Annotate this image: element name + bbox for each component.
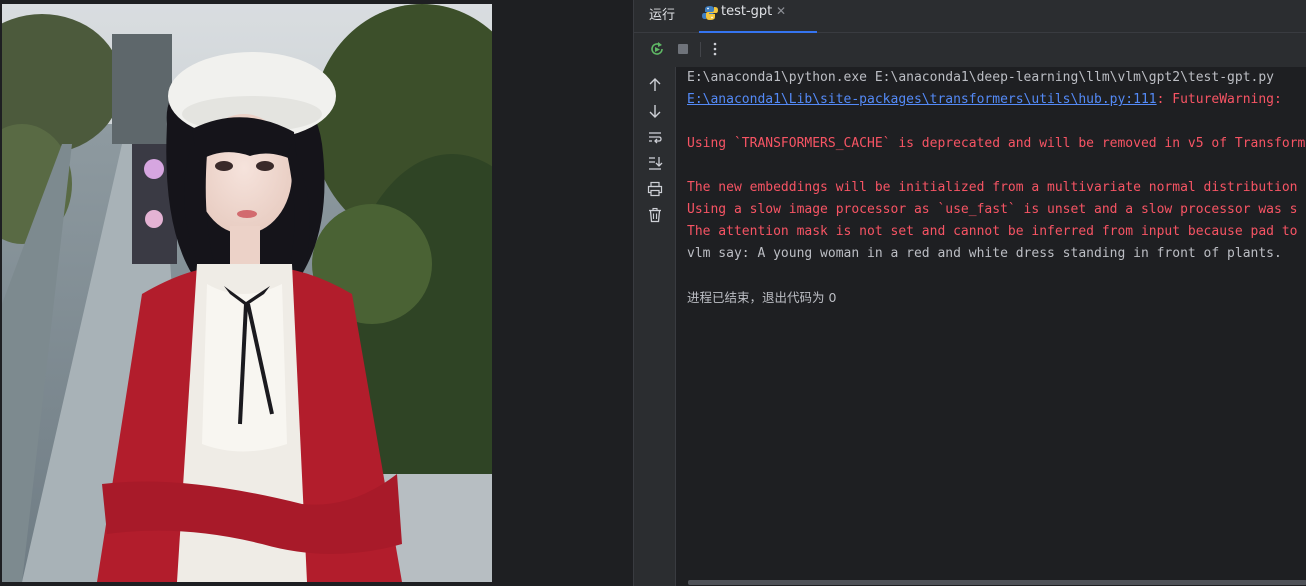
close-icon[interactable]: ✕	[776, 4, 786, 18]
soft-wrap-icon[interactable]	[647, 129, 663, 145]
more-options-icon[interactable]	[707, 41, 723, 57]
console-line: E:\anaconda1\Lib\site-packages\transform…	[687, 89, 1290, 111]
console-side-toolbar	[634, 67, 676, 586]
horizontal-scrollbar[interactable]	[688, 580, 1306, 585]
photo-image	[2, 4, 492, 582]
scroll-down-icon[interactable]	[647, 103, 663, 119]
console-line: Using `TRANSFORMERS_CACHE` is deprecated…	[687, 136, 1306, 151]
print-icon[interactable]	[647, 181, 663, 197]
run-panel-title: 运行	[649, 8, 676, 23]
rerun-icon[interactable]	[649, 41, 665, 57]
scroll-to-end-icon[interactable]	[647, 155, 663, 171]
scroll-up-icon[interactable]	[647, 77, 663, 93]
console-line: E:\anaconda1\python.exe E:\anaconda1\dee…	[687, 70, 1274, 85]
console-line: vlm say: A young woman in a red and whit…	[687, 246, 1282, 261]
console-line: Using a slow image processor as `use_fas…	[687, 202, 1298, 217]
file-link[interactable]: E:\anaconda1\Lib\site-packages\transform…	[687, 92, 1157, 107]
run-toolbar	[634, 33, 1306, 67]
python-icon	[702, 5, 718, 21]
tab-label: test-gpt	[721, 4, 773, 19]
stop-icon[interactable]	[675, 41, 691, 57]
trash-icon[interactable]	[647, 207, 663, 223]
exit-status-line: 进程已结束，退出代码为 0	[687, 290, 837, 305]
tab-bar: 运行 test-gpt ✕	[634, 0, 1306, 33]
warning-text: : FutureWarning:	[1156, 92, 1290, 107]
console-line: The new embeddings will be initialized f…	[687, 180, 1298, 195]
tab-test-gpt[interactable]: test-gpt ✕	[699, 0, 817, 33]
toolbar-divider	[700, 42, 701, 57]
run-panel: 运行 test-gpt ✕ E:\anaconda1\python.exe E:…	[633, 0, 1306, 586]
console-output[interactable]: E:\anaconda1\python.exe E:\anaconda1\dee…	[676, 67, 1306, 586]
console-line: The attention mask is not set and cannot…	[687, 224, 1298, 239]
